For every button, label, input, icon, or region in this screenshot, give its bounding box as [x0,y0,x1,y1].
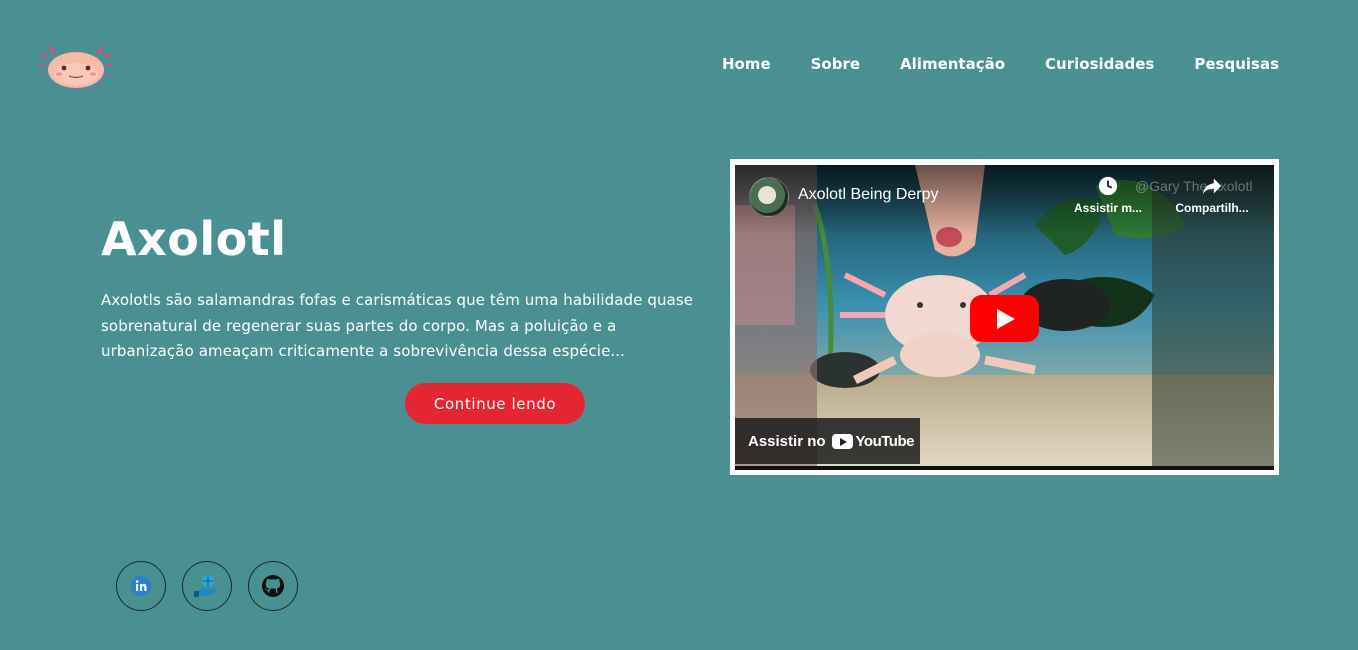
main-nav: Home Sobre Alimentação Curiosidades Pesq… [722,54,1279,73]
video-title[interactable]: Axolotl Being Derpy [798,186,939,204]
nav-link-curiosidades[interactable]: Curiosidades [1045,55,1154,73]
video-progress-bar [735,466,1274,470]
nav-link-home[interactable]: Home [722,55,771,73]
nav-item-home: Home [722,54,771,73]
social-links [116,561,298,611]
axolotl-logo[interactable] [36,40,116,92]
portfolio-link[interactable] [182,561,232,611]
page: Home Sobre Alimentação Curiosidades Pesq… [0,0,1358,650]
video-player[interactable]: Axolotl Being Derpy @Gary The Axolotl As… [735,165,1274,470]
nav-item-curiosidades: Curiosidades [1045,54,1154,73]
linkedin-link[interactable] [116,561,166,611]
play-button[interactable] [970,295,1039,342]
hand-globe-icon [194,575,218,597]
watch-later-button[interactable]: Assistir m... [1065,175,1151,215]
linkedin-icon [131,576,151,596]
nav-link-pesquisas[interactable]: Pesquisas [1194,55,1279,73]
nav-item-alimentacao: Alimentação [900,54,1005,73]
nav-link-alimentacao[interactable]: Alimentação [900,55,1005,73]
watch-on-youtube-button[interactable]: Assistir no YouTube [735,418,920,464]
continue-reading-button[interactable]: Continue lendo [405,383,585,424]
youtube-logo: YouTube [831,432,915,450]
share-label: Compartilh... [1175,201,1249,215]
channel-avatar[interactable] [749,177,789,217]
clock-icon [1098,176,1118,196]
watch-on-label: Assistir no [748,432,826,450]
nav-link-sobre[interactable]: Sobre [811,55,860,73]
watch-later-label: Assistir m... [1073,201,1143,215]
github-icon [262,575,284,597]
nav-item-sobre: Sobre [811,54,860,73]
share-arrow-icon [1202,178,1222,195]
hero-title: Axolotl [101,212,287,266]
youtube-wordmark: YouTube [855,432,915,450]
nav-item-pesquisas: Pesquisas [1194,54,1279,73]
video-embed-frame: Axolotl Being Derpy @Gary The Axolotl As… [730,159,1279,475]
youtube-play-icon [831,433,853,449]
share-button[interactable]: Compartilh... [1167,175,1257,215]
hero-description: Axolotls são salamandras fofas e carismá… [101,291,694,360]
github-link[interactable] [248,561,298,611]
